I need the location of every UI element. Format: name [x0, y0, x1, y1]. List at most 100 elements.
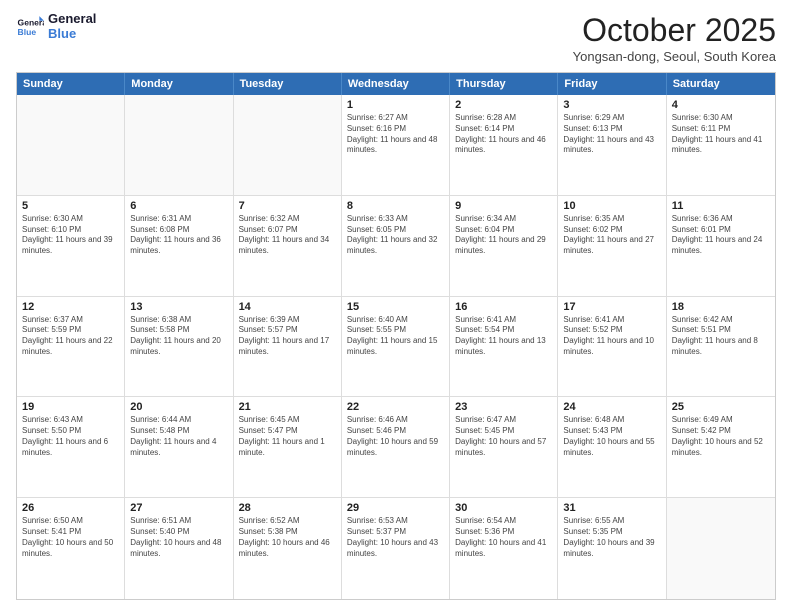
cell-info: Sunrise: 6:49 AM Sunset: 5:42 PM Dayligh…	[672, 415, 770, 458]
calendar-cell-3-6: 17 Sunrise: 6:41 AM Sunset: 5:52 PM Dayli…	[558, 297, 666, 397]
cell-date: 29	[347, 502, 444, 514]
title-block: October 2025 Yongsan-dong, Seoul, South …	[573, 12, 776, 64]
location: Yongsan-dong, Seoul, South Korea	[573, 49, 776, 64]
cell-date: 1	[347, 99, 444, 111]
cell-info: Sunrise: 6:54 AM Sunset: 5:36 PM Dayligh…	[455, 516, 552, 559]
cell-info: Sunrise: 6:42 AM Sunset: 5:51 PM Dayligh…	[672, 315, 770, 358]
cell-info: Sunrise: 6:47 AM Sunset: 5:45 PM Dayligh…	[455, 415, 552, 458]
cell-date: 15	[347, 301, 444, 313]
cell-info: Sunrise: 6:50 AM Sunset: 5:41 PM Dayligh…	[22, 516, 119, 559]
cell-date: 30	[455, 502, 552, 514]
cell-info: Sunrise: 6:44 AM Sunset: 5:48 PM Dayligh…	[130, 415, 227, 458]
calendar-cell-1-2	[125, 95, 233, 195]
calendar-row-4: 19 Sunrise: 6:43 AM Sunset: 5:50 PM Dayli…	[17, 397, 775, 498]
calendar-cell-2-1: 5 Sunrise: 6:30 AM Sunset: 6:10 PM Daylig…	[17, 196, 125, 296]
page: General Blue GeneralBlue October 2025 Yo…	[0, 0, 792, 612]
day-headers: SundayMondayTuesdayWednesdayThursdayFrid…	[17, 73, 775, 95]
cell-info: Sunrise: 6:41 AM Sunset: 5:54 PM Dayligh…	[455, 315, 552, 358]
cell-date: 16	[455, 301, 552, 313]
calendar-cell-2-2: 6 Sunrise: 6:31 AM Sunset: 6:08 PM Daylig…	[125, 196, 233, 296]
day-header-sunday: Sunday	[17, 73, 125, 95]
cell-info: Sunrise: 6:51 AM Sunset: 5:40 PM Dayligh…	[130, 516, 227, 559]
cell-info: Sunrise: 6:39 AM Sunset: 5:57 PM Dayligh…	[239, 315, 336, 358]
cell-info: Sunrise: 6:28 AM Sunset: 6:14 PM Dayligh…	[455, 113, 552, 156]
cell-info: Sunrise: 6:29 AM Sunset: 6:13 PM Dayligh…	[563, 113, 660, 156]
cell-date: 25	[672, 401, 770, 413]
cell-date: 14	[239, 301, 336, 313]
calendar-cell-2-4: 8 Sunrise: 6:33 AM Sunset: 6:05 PM Daylig…	[342, 196, 450, 296]
cell-info: Sunrise: 6:31 AM Sunset: 6:08 PM Dayligh…	[130, 214, 227, 257]
calendar-cell-3-3: 14 Sunrise: 6:39 AM Sunset: 5:57 PM Dayli…	[234, 297, 342, 397]
cell-info: Sunrise: 6:35 AM Sunset: 6:02 PM Dayligh…	[563, 214, 660, 257]
day-header-wednesday: Wednesday	[342, 73, 450, 95]
cell-date: 20	[130, 401, 227, 413]
calendar-cell-3-1: 12 Sunrise: 6:37 AM Sunset: 5:59 PM Dayli…	[17, 297, 125, 397]
cell-date: 3	[563, 99, 660, 111]
cell-date: 23	[455, 401, 552, 413]
cell-date: 11	[672, 200, 770, 212]
cell-info: Sunrise: 6:37 AM Sunset: 5:59 PM Dayligh…	[22, 315, 119, 358]
calendar-cell-5-7	[667, 498, 775, 599]
day-header-saturday: Saturday	[667, 73, 775, 95]
calendar-cell-2-3: 7Sunrise: 6:32 AM Sunset: 6:07 PM Daylig…	[234, 196, 342, 296]
cell-info: Sunrise: 6:34 AM Sunset: 6:04 PM Dayligh…	[455, 214, 552, 257]
calendar-cell-1-1	[17, 95, 125, 195]
cell-info: Sunrise: 6:36 AM Sunset: 6:01 PM Dayligh…	[672, 214, 770, 257]
calendar-cell-3-5: 16 Sunrise: 6:41 AM Sunset: 5:54 PM Dayli…	[450, 297, 558, 397]
cell-info: Sunrise: 6:52 AM Sunset: 5:38 PM Dayligh…	[239, 516, 336, 559]
day-header-monday: Monday	[125, 73, 233, 95]
calendar-cell-1-4: 1 Sunrise: 6:27 AM Sunset: 6:16 PM Daylig…	[342, 95, 450, 195]
logo-text: GeneralBlue	[48, 12, 96, 42]
calendar-cell-3-7: 18 Sunrise: 6:42 AM Sunset: 5:51 PM Dayli…	[667, 297, 775, 397]
cell-info: Sunrise: 6:27 AM Sunset: 6:16 PM Dayligh…	[347, 113, 444, 156]
calendar-cell-2-5: 9Sunrise: 6:34 AM Sunset: 6:04 PM Daylig…	[450, 196, 558, 296]
cell-info: Sunrise: 6:46 AM Sunset: 5:46 PM Dayligh…	[347, 415, 444, 458]
logo: General Blue GeneralBlue	[16, 12, 96, 42]
calendar-body: 1 Sunrise: 6:27 AM Sunset: 6:16 PM Daylig…	[17, 95, 775, 599]
calendar-cell-4-7: 25 Sunrise: 6:49 AM Sunset: 5:42 PM Dayli…	[667, 397, 775, 497]
cell-info: Sunrise: 6:55 AM Sunset: 5:35 PM Dayligh…	[563, 516, 660, 559]
cell-date: 6	[130, 200, 227, 212]
cell-date: 12	[22, 301, 119, 313]
cell-date: 31	[563, 502, 660, 514]
cell-date: 18	[672, 301, 770, 313]
cell-date: 8	[347, 200, 444, 212]
calendar-cell-1-7: 4 Sunrise: 6:30 AM Sunset: 6:11 PM Daylig…	[667, 95, 775, 195]
cell-date: 22	[347, 401, 444, 413]
cell-date: 5	[22, 200, 119, 212]
cell-info: Sunrise: 6:30 AM Sunset: 6:10 PM Dayligh…	[22, 214, 119, 257]
calendar-cell-1-6: 3 Sunrise: 6:29 AM Sunset: 6:13 PM Daylig…	[558, 95, 666, 195]
calendar-cell-5-5: 30 Sunrise: 6:54 AM Sunset: 5:36 PM Dayli…	[450, 498, 558, 599]
calendar-cell-1-3	[234, 95, 342, 195]
day-header-friday: Friday	[558, 73, 666, 95]
cell-date: 2	[455, 99, 552, 111]
cell-info: Sunrise: 6:38 AM Sunset: 5:58 PM Dayligh…	[130, 315, 227, 358]
calendar-row-2: 5 Sunrise: 6:30 AM Sunset: 6:10 PM Daylig…	[17, 196, 775, 297]
cell-info: Sunrise: 6:48 AM Sunset: 5:43 PM Dayligh…	[563, 415, 660, 458]
header: General Blue GeneralBlue October 2025 Yo…	[16, 12, 776, 64]
calendar: SundayMondayTuesdayWednesdayThursdayFrid…	[16, 72, 776, 600]
calendar-cell-4-6: 24Sunrise: 6:48 AM Sunset: 5:43 PM Dayli…	[558, 397, 666, 497]
calendar-row-3: 12 Sunrise: 6:37 AM Sunset: 5:59 PM Dayli…	[17, 297, 775, 398]
calendar-cell-5-1: 26Sunrise: 6:50 AM Sunset: 5:41 PM Dayli…	[17, 498, 125, 599]
cell-date: 19	[22, 401, 119, 413]
cell-info: Sunrise: 6:41 AM Sunset: 5:52 PM Dayligh…	[563, 315, 660, 358]
calendar-cell-4-5: 23 Sunrise: 6:47 AM Sunset: 5:45 PM Dayli…	[450, 397, 558, 497]
calendar-cell-4-3: 21Sunrise: 6:45 AM Sunset: 5:47 PM Dayli…	[234, 397, 342, 497]
calendar-cell-1-5: 2 Sunrise: 6:28 AM Sunset: 6:14 PM Daylig…	[450, 95, 558, 195]
cell-info: Sunrise: 6:53 AM Sunset: 5:37 PM Dayligh…	[347, 516, 444, 559]
calendar-cell-5-3: 28 Sunrise: 6:52 AM Sunset: 5:38 PM Dayli…	[234, 498, 342, 599]
calendar-cell-3-4: 15 Sunrise: 6:40 AM Sunset: 5:55 PM Dayli…	[342, 297, 450, 397]
cell-info: Sunrise: 6:40 AM Sunset: 5:55 PM Dayligh…	[347, 315, 444, 358]
cell-date: 4	[672, 99, 770, 111]
calendar-cell-5-6: 31 Sunrise: 6:55 AM Sunset: 5:35 PM Dayli…	[558, 498, 666, 599]
cell-date: 17	[563, 301, 660, 313]
cell-info: Sunrise: 6:33 AM Sunset: 6:05 PM Dayligh…	[347, 214, 444, 257]
cell-date: 10	[563, 200, 660, 212]
cell-info: Sunrise: 6:30 AM Sunset: 6:11 PM Dayligh…	[672, 113, 770, 156]
calendar-cell-3-2: 13Sunrise: 6:38 AM Sunset: 5:58 PM Dayli…	[125, 297, 233, 397]
calendar-cell-4-4: 22 Sunrise: 6:46 AM Sunset: 5:46 PM Dayli…	[342, 397, 450, 497]
cell-date: 28	[239, 502, 336, 514]
cell-info: Sunrise: 6:43 AM Sunset: 5:50 PM Dayligh…	[22, 415, 119, 458]
day-header-tuesday: Tuesday	[234, 73, 342, 95]
